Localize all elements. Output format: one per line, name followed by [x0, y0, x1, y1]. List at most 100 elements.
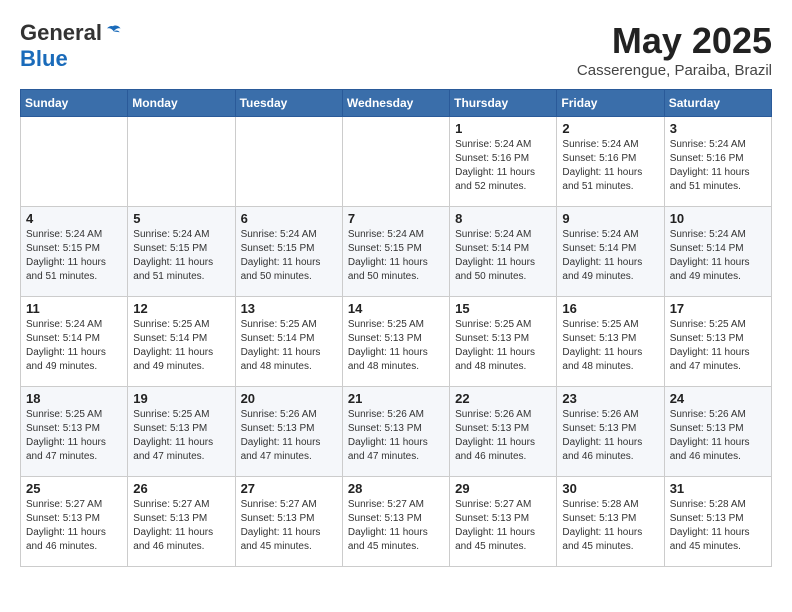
day-number: 13 [241, 301, 337, 316]
day-number: 1 [455, 121, 551, 136]
day-info: Sunrise: 5:28 AM Sunset: 5:13 PM Dayligh… [562, 498, 658, 554]
day-number: 7 [348, 211, 444, 226]
day-info: Sunrise: 5:25 AM Sunset: 5:13 PM Dayligh… [562, 318, 658, 374]
day-number: 28 [348, 481, 444, 496]
calendar-cell: 21Sunrise: 5:26 AM Sunset: 5:13 PM Dayli… [342, 387, 449, 477]
calendar-cell: 30 Sunrise: 5:28 AM Sunset: 5:13 PM Dayli… [557, 477, 664, 567]
day-info: Sunrise: 5:24 AM Sunset: 5:16 PM Dayligh… [670, 138, 766, 194]
calendar-cell: 7 Sunrise: 5:24 AM Sunset: 5:15 PM Daylig… [342, 207, 449, 297]
page-header: General Blue May 2025 Casserengue, Parai… [20, 20, 772, 79]
calendar-cell: 19Sunrise: 5:25 AM Sunset: 5:13 PM Dayli… [128, 387, 235, 477]
weekday-header-thursday: Thursday [450, 90, 557, 117]
calendar-cell [342, 117, 449, 207]
day-number: 30 [562, 481, 658, 496]
day-number: 15 [455, 301, 551, 316]
day-info: Sunrise: 5:25 AM Sunset: 5:13 PM Dayligh… [455, 318, 551, 374]
calendar-cell: 23 Sunrise: 5:26 AM Sunset: 5:13 PM Dayli… [557, 387, 664, 477]
day-info: Sunrise: 5:24 AM Sunset: 5:14 PM Dayligh… [562, 228, 658, 284]
location-subtitle: Casserengue, Paraiba, Brazil [577, 62, 772, 79]
weekday-header-wednesday: Wednesday [342, 90, 449, 117]
calendar-cell: 28 Sunrise: 5:27 AM Sunset: 5:13 PM Dayli… [342, 477, 449, 567]
day-info: Sunrise: 5:24 AM Sunset: 5:16 PM Dayligh… [562, 138, 658, 194]
calendar-cell: 2 Sunrise: 5:24 AM Sunset: 5:16 PM Daylig… [557, 117, 664, 207]
weekday-header-sunday: Sunday [21, 90, 128, 117]
day-info: Sunrise: 5:25 AM Sunset: 5:13 PM Dayligh… [670, 318, 766, 374]
logo: General Blue [20, 20, 122, 72]
calendar-cell: 3 Sunrise: 5:24 AM Sunset: 5:16 PM Daylig… [664, 117, 771, 207]
day-number: 20 [241, 391, 337, 406]
day-info: Sunrise: 5:27 AM Sunset: 5:13 PM Dayligh… [133, 498, 229, 554]
day-info: Sunrise: 5:27 AM Sunset: 5:13 PM Dayligh… [455, 498, 551, 554]
day-number: 18 [26, 391, 122, 406]
day-info: Sunrise: 5:26 AM Sunset: 5:13 PM Dayligh… [241, 408, 337, 464]
day-number: 12 [133, 301, 229, 316]
day-info: Sunrise: 5:24 AM Sunset: 5:15 PM Dayligh… [133, 228, 229, 284]
day-info: Sunrise: 5:26 AM Sunset: 5:13 PM Dayligh… [670, 408, 766, 464]
calendar-cell: 25 Sunrise: 5:27 AM Sunset: 5:13 PM Dayli… [21, 477, 128, 567]
calendar-cell: 5 Sunrise: 5:24 AM Sunset: 5:15 PM Daylig… [128, 207, 235, 297]
logo-bird-icon [104, 24, 122, 42]
day-number: 2 [562, 121, 658, 136]
day-number: 24 [670, 391, 766, 406]
calendar-cell: 13 Sunrise: 5:25 AM Sunset: 5:14 PM Dayli… [235, 297, 342, 387]
calendar-cell: 10 Sunrise: 5:24 AM Sunset: 5:14 PM Dayli… [664, 207, 771, 297]
calendar-week-row: 11 Sunrise: 5:24 AM Sunset: 5:14 PM Dayli… [21, 297, 772, 387]
calendar-week-row: 4 Sunrise: 5:24 AM Sunset: 5:15 PM Daylig… [21, 207, 772, 297]
calendar-cell: 20 Sunrise: 5:26 AM Sunset: 5:13 PM Dayli… [235, 387, 342, 477]
weekday-header-monday: Monday [128, 90, 235, 117]
calendar-cell: 27Sunrise: 5:27 AM Sunset: 5:13 PM Dayli… [235, 477, 342, 567]
calendar-cell: 26 Sunrise: 5:27 AM Sunset: 5:13 PM Dayli… [128, 477, 235, 567]
day-number: 31 [670, 481, 766, 496]
weekday-header-tuesday: Tuesday [235, 90, 342, 117]
day-info: Sunrise: 5:24 AM Sunset: 5:14 PM Dayligh… [670, 228, 766, 284]
weekday-header-saturday: Saturday [664, 90, 771, 117]
day-info: Sunrise: 5:24 AM Sunset: 5:15 PM Dayligh… [348, 228, 444, 284]
month-year-title: May 2025 [577, 20, 772, 62]
day-number: 19 [133, 391, 229, 406]
day-number: 8 [455, 211, 551, 226]
calendar-cell: 31 Sunrise: 5:28 AM Sunset: 5:13 PM Dayli… [664, 477, 771, 567]
day-info: Sunrise: 5:24 AM Sunset: 5:15 PM Dayligh… [26, 228, 122, 284]
day-info: Sunrise: 5:24 AM Sunset: 5:14 PM Dayligh… [455, 228, 551, 284]
calendar-cell: 12Sunrise: 5:25 AM Sunset: 5:14 PM Dayli… [128, 297, 235, 387]
day-info: Sunrise: 5:28 AM Sunset: 5:13 PM Dayligh… [670, 498, 766, 554]
day-number: 10 [670, 211, 766, 226]
calendar-cell: 8 Sunrise: 5:24 AM Sunset: 5:14 PM Daylig… [450, 207, 557, 297]
day-info: Sunrise: 5:27 AM Sunset: 5:13 PM Dayligh… [26, 498, 122, 554]
calendar-cell: 17 Sunrise: 5:25 AM Sunset: 5:13 PM Dayli… [664, 297, 771, 387]
calendar-week-row: 25 Sunrise: 5:27 AM Sunset: 5:13 PM Dayli… [21, 477, 772, 567]
calendar-cell: 14Sunrise: 5:25 AM Sunset: 5:13 PM Dayli… [342, 297, 449, 387]
day-info: Sunrise: 5:26 AM Sunset: 5:13 PM Dayligh… [562, 408, 658, 464]
calendar-table: SundayMondayTuesdayWednesdayThursdayFrid… [20, 89, 772, 567]
day-info: Sunrise: 5:24 AM Sunset: 5:16 PM Dayligh… [455, 138, 551, 194]
day-number: 5 [133, 211, 229, 226]
day-number: 23 [562, 391, 658, 406]
calendar-cell [128, 117, 235, 207]
logo-blue-text: Blue [20, 46, 68, 71]
day-number: 17 [670, 301, 766, 316]
calendar-week-row: 1 Sunrise: 5:24 AM Sunset: 5:16 PM Daylig… [21, 117, 772, 207]
calendar-cell: 16 Sunrise: 5:25 AM Sunset: 5:13 PM Dayli… [557, 297, 664, 387]
day-number: 21 [348, 391, 444, 406]
day-number: 4 [26, 211, 122, 226]
day-info: Sunrise: 5:27 AM Sunset: 5:13 PM Dayligh… [348, 498, 444, 554]
calendar-cell: 22Sunrise: 5:26 AM Sunset: 5:13 PM Dayli… [450, 387, 557, 477]
day-number: 16 [562, 301, 658, 316]
day-number: 3 [670, 121, 766, 136]
day-number: 11 [26, 301, 122, 316]
calendar-cell: 24 Sunrise: 5:26 AM Sunset: 5:13 PM Dayli… [664, 387, 771, 477]
day-number: 26 [133, 481, 229, 496]
calendar-cell: 4 Sunrise: 5:24 AM Sunset: 5:15 PM Daylig… [21, 207, 128, 297]
day-number: 25 [26, 481, 122, 496]
day-info: Sunrise: 5:25 AM Sunset: 5:13 PM Dayligh… [348, 318, 444, 374]
calendar-cell: 11 Sunrise: 5:24 AM Sunset: 5:14 PM Dayli… [21, 297, 128, 387]
day-info: Sunrise: 5:24 AM Sunset: 5:14 PM Dayligh… [26, 318, 122, 374]
calendar-cell: 18Sunrise: 5:25 AM Sunset: 5:13 PM Dayli… [21, 387, 128, 477]
day-info: Sunrise: 5:27 AM Sunset: 5:13 PM Dayligh… [241, 498, 337, 554]
day-number: 9 [562, 211, 658, 226]
day-info: Sunrise: 5:26 AM Sunset: 5:13 PM Dayligh… [455, 408, 551, 464]
calendar-cell: 9 Sunrise: 5:24 AM Sunset: 5:14 PM Daylig… [557, 207, 664, 297]
day-number: 29 [455, 481, 551, 496]
day-info: Sunrise: 5:25 AM Sunset: 5:14 PM Dayligh… [241, 318, 337, 374]
logo-general-text: General [20, 20, 102, 46]
